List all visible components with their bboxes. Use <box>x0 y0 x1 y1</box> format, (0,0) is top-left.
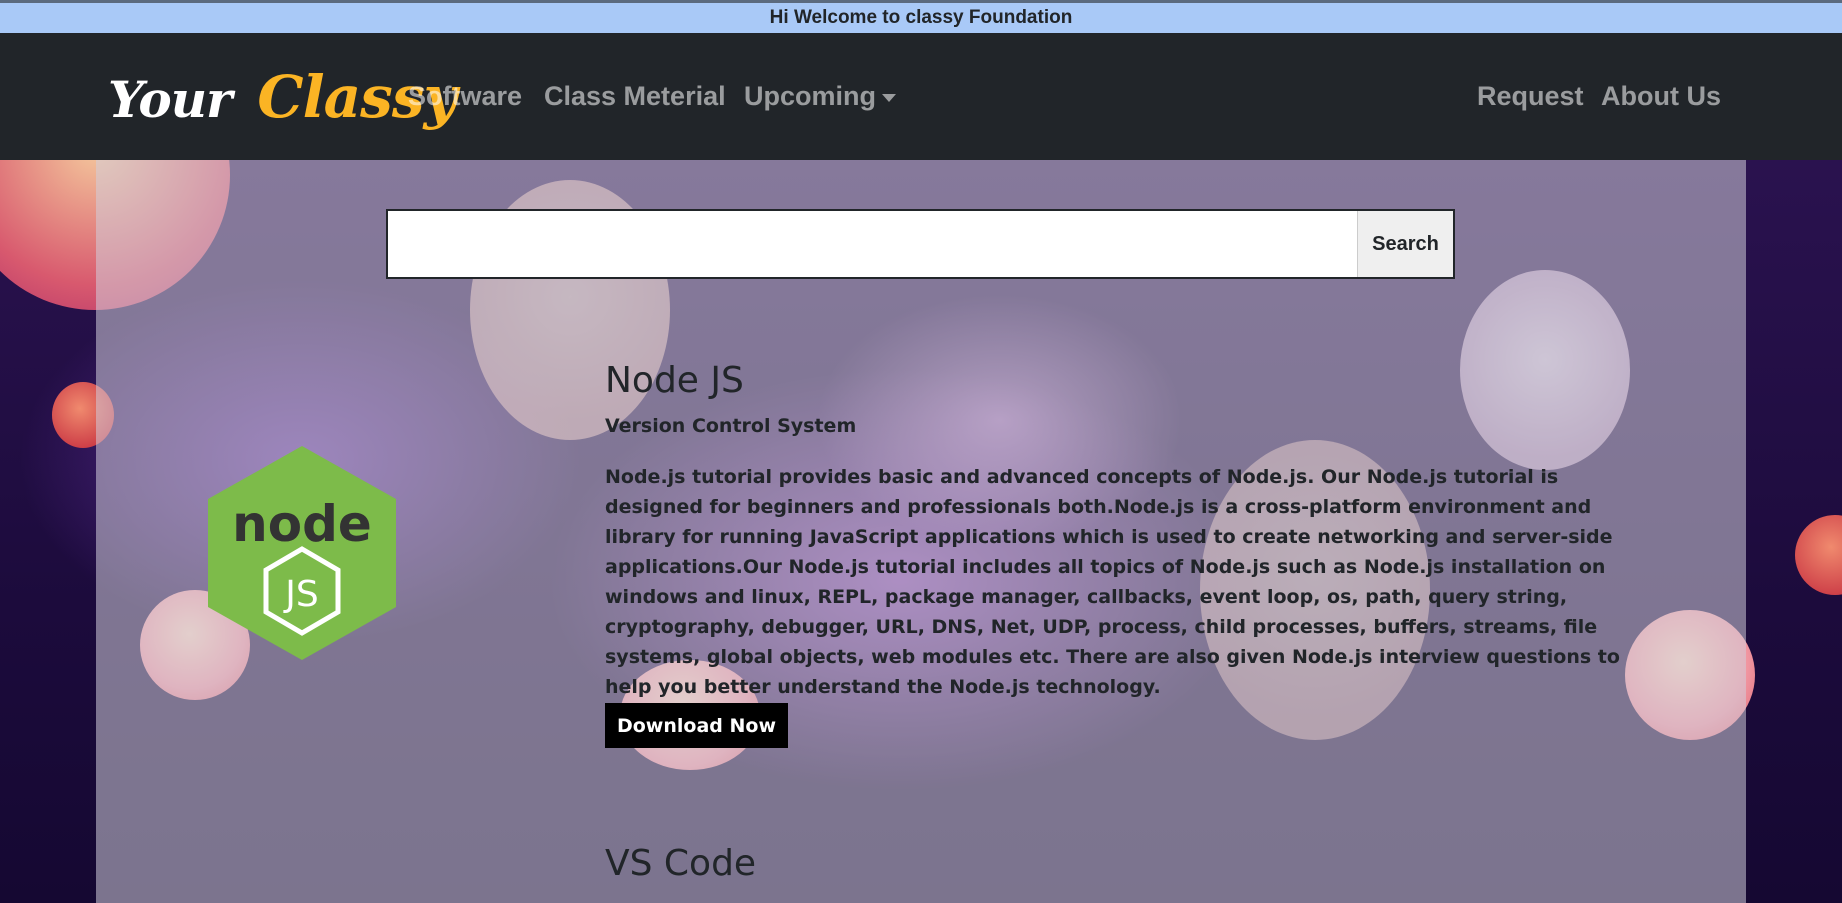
nav-class-material[interactable]: Class Meterial <box>544 81 726 112</box>
brand-your: Your <box>108 70 232 129</box>
logo-js-text: JS <box>283 574 318 615</box>
nav-software[interactable]: Software <box>408 81 522 112</box>
item-subtitle: Version Control System <box>605 415 857 437</box>
nav-upcoming-dropdown[interactable]: Upcoming <box>744 81 896 112</box>
welcome-banner: Hi Welcome to classy Foundation <box>0 0 1842 33</box>
nav-upcoming-label: Upcoming <box>744 81 876 111</box>
brand-logo[interactable]: Your Classy <box>108 63 457 133</box>
logo-node-text: node <box>232 495 372 553</box>
navbar: Your Classy Software Class Meterial Upco… <box>0 33 1842 160</box>
item-title-vscode: VS Code <box>605 843 757 884</box>
nav-about-us[interactable]: About Us <box>1601 81 1721 112</box>
welcome-text: Hi Welcome to classy Foundation <box>769 7 1073 28</box>
search-input[interactable] <box>388 211 1357 277</box>
nodejs-logo-icon: node JS <box>208 446 396 660</box>
caret-down-icon <box>882 93 896 102</box>
search-button[interactable]: Search <box>1357 211 1453 277</box>
item-title: Node JS <box>605 360 744 401</box>
download-now-button[interactable]: Download Now <box>605 703 788 748</box>
item-description: Node.js tutorial provides basic and adva… <box>605 466 1620 698</box>
nav-request[interactable]: Request <box>1477 81 1584 112</box>
search-bar: Search <box>386 209 1455 279</box>
planet-decoration <box>1795 515 1842 595</box>
